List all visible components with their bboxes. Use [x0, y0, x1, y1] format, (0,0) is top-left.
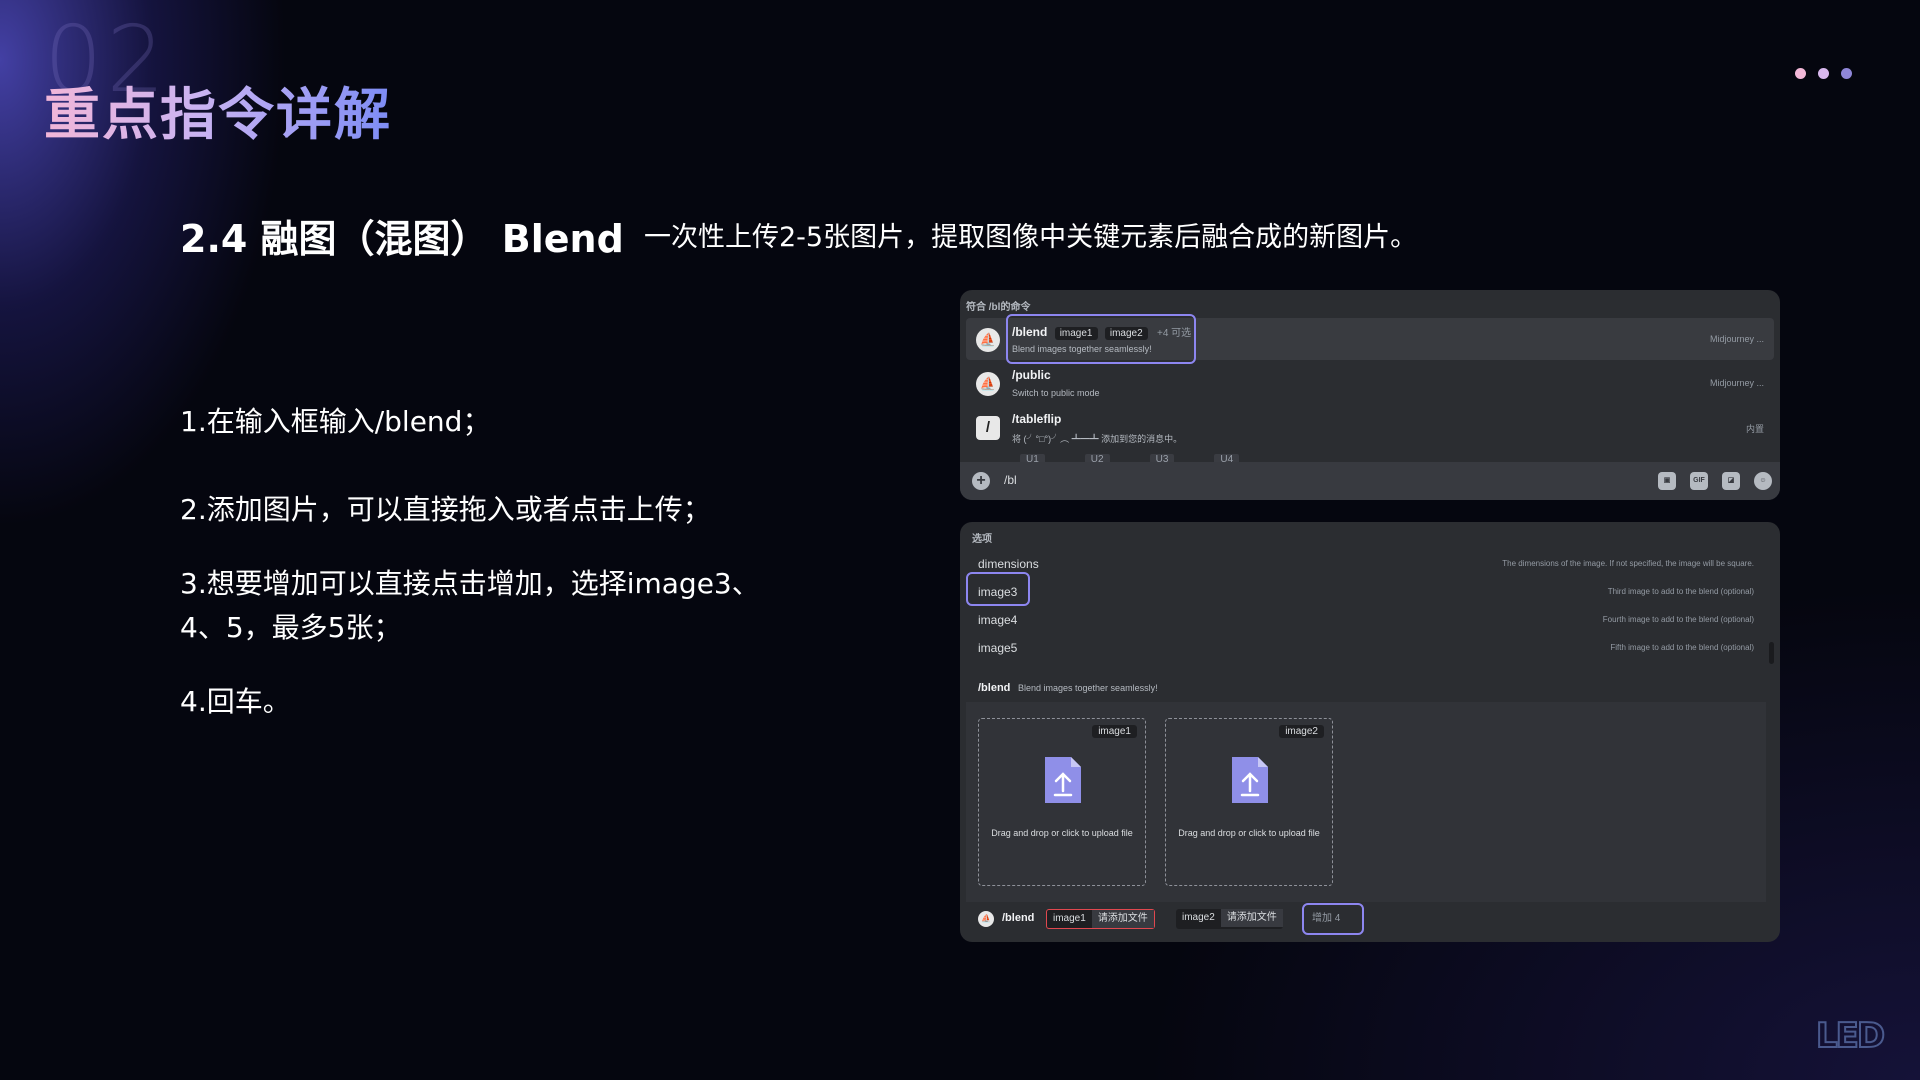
option-name: image5	[978, 641, 1018, 655]
blend-command-label: /blend	[978, 682, 1011, 694]
options-panel: 选项 dimensions The dimensions of the imag…	[960, 522, 1780, 942]
command-source: Midjourney ...	[1709, 334, 1764, 344]
add-highlight-outline	[1302, 903, 1364, 935]
option-name: image4	[978, 613, 1018, 627]
image1-chip[interactable]: image1 请添加文件	[1046, 909, 1155, 929]
upload-tag: image2	[1279, 725, 1324, 738]
upload-image1[interactable]: image1 Drag and drop or click to upload …	[978, 718, 1146, 886]
options-scrollbar[interactable]	[1769, 642, 1774, 664]
plus-icon[interactable]: +	[972, 472, 990, 490]
option-name: dimensions	[978, 557, 1039, 571]
option-image4[interactable]: image4 Fourth image to add to the blend …	[966, 608, 1760, 634]
image2-chip[interactable]: image2 请添加文件	[1176, 909, 1283, 929]
blend-header: /blend Blend images together seamlessly!	[966, 674, 1766, 702]
step-3: 3.想要增加可以直接点击增加，选择image3、4、5，最多5张；	[180, 567, 760, 644]
option-description: Third image to add to the blend (optiona…	[1607, 587, 1754, 596]
command-row-public[interactable]: ⛵ /public Switch to public mode Midjourn…	[966, 362, 1774, 404]
upload-instructions: Drag and drop or click to upload file	[1178, 828, 1320, 838]
section-description: 一次性上传2-5张图片，提取图像中关键元素后融合成的新图片。	[644, 222, 1418, 253]
chip-value: 请添加文件	[1091, 910, 1154, 928]
command-suggestions-panel: 符合 /bl的命令 ⛵ /blend image1 image2 +4 可选 B…	[960, 290, 1780, 500]
blend-command-box: /blend Blend images together seamlessly!…	[966, 674, 1766, 936]
command-source: Midjourney ...	[1709, 378, 1764, 388]
brand-logo: LED	[1815, 1015, 1886, 1057]
gift-icon[interactable]: ▣	[1658, 472, 1676, 490]
message-input[interactable]: /bl	[1004, 473, 1017, 487]
option-description: The dimensions of the image. If not spec…	[1502, 559, 1754, 568]
bot-avatar-icon: ⛵	[976, 372, 1000, 396]
command-label: /blend	[1002, 912, 1035, 924]
command-source: 内置	[1745, 424, 1764, 434]
section-title: 2.4 融图（混图） Blend	[180, 217, 624, 261]
command-input-bar[interactable]: ⛵ /blend image1 请添加文件 image2 请添加文件 增加 4	[966, 902, 1766, 936]
image3-highlight-outline	[966, 572, 1030, 606]
upload-tag: image1	[1092, 725, 1137, 738]
gif-icon[interactable]: GIF	[1690, 472, 1708, 490]
option-image3[interactable]: image3 Third image to add to the blend (…	[966, 580, 1760, 606]
option-image5[interactable]: image5 Fifth image to add to the blend (…	[966, 636, 1760, 662]
option-description: Fifth image to add to the blend (optiona…	[1610, 643, 1754, 652]
dot-2	[1818, 68, 1829, 79]
pagination-dots	[1795, 68, 1852, 79]
upload-file-icon	[1232, 757, 1268, 803]
dot-1	[1795, 68, 1806, 79]
message-input-bar[interactable]: + /bl ▣ GIF ◪ ☺	[960, 462, 1780, 500]
dot-3	[1841, 68, 1852, 79]
option-dimensions[interactable]: dimensions The dimensions of the image. …	[966, 552, 1760, 578]
bot-avatar-icon: ⛵	[978, 911, 994, 927]
command-description: Switch to public mode	[1012, 388, 1100, 398]
command-row-tableflip[interactable]: / /tableflip 将 (╯°□°)╯︵ ┻━┻ 添加到您的消息中。 内置	[966, 406, 1774, 448]
command-description: 将 (╯°□°)╯︵ ┻━┻ 添加到您的消息中。	[1012, 434, 1183, 444]
command-label: /public	[1012, 368, 1051, 382]
command-label: /tableflip	[1012, 412, 1062, 426]
sticker-icon[interactable]: ◪	[1722, 472, 1740, 490]
chip-key: image1	[1053, 913, 1086, 924]
upload-file-icon	[1045, 757, 1081, 803]
blend-description: Blend images together seamlessly!	[1018, 683, 1158, 693]
page-title: 重点指令详解	[44, 70, 392, 151]
upload-instructions: Drag and drop or click to upload file	[991, 828, 1133, 838]
slash-icon: /	[976, 416, 1000, 440]
step-2: 2.添加图片，可以直接拖入或者点击上传；	[180, 493, 711, 526]
step-1: 1.在输入框输入/blend；	[180, 405, 491, 438]
options-heading: 选项	[972, 534, 992, 545]
option-description: Fourth image to add to the blend (option…	[1602, 615, 1754, 624]
blend-highlight-outline	[1006, 314, 1196, 364]
chip-key: image2	[1182, 912, 1215, 923]
chip-value: 请添加文件	[1220, 909, 1283, 927]
upload-image2[interactable]: image2 Drag and drop or click to upload …	[1165, 718, 1333, 886]
step-4: 4.回车。	[180, 685, 291, 718]
bot-avatar-icon: ⛵	[976, 328, 1000, 352]
emoji-icon[interactable]: ☺	[1754, 472, 1772, 490]
